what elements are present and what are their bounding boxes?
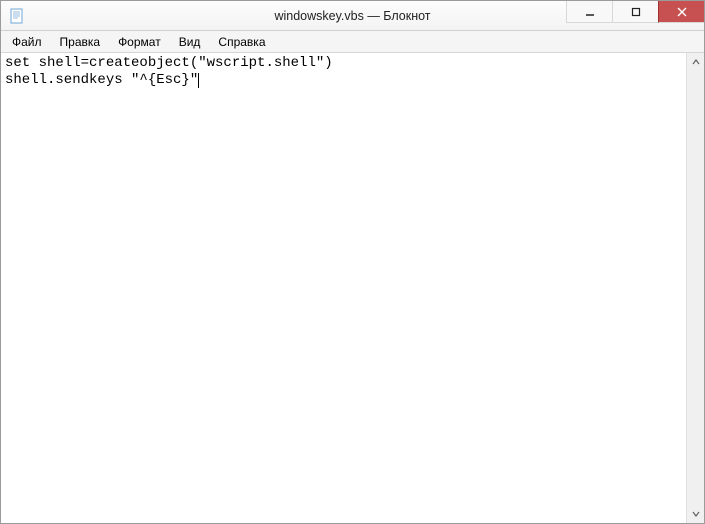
menu-view[interactable]: Вид xyxy=(170,31,210,52)
close-icon xyxy=(677,7,687,17)
notepad-window: windowskey.vbs — Блокнот Файл Правка Фор… xyxy=(0,0,705,524)
editor-content: set shell=createobject("wscript.shell") … xyxy=(5,55,333,88)
text-editor[interactable]: set shell=createobject("wscript.shell") … xyxy=(1,53,686,523)
vertical-scrollbar[interactable] xyxy=(686,53,704,523)
maximize-button[interactable] xyxy=(612,1,658,23)
scroll-up-arrow[interactable] xyxy=(687,53,704,71)
scroll-down-arrow[interactable] xyxy=(687,505,704,523)
titlebar[interactable]: windowskey.vbs — Блокнот xyxy=(1,1,704,31)
scroll-track[interactable] xyxy=(687,71,704,505)
chevron-up-icon xyxy=(692,58,700,66)
close-button[interactable] xyxy=(658,1,704,23)
app-icon xyxy=(9,8,25,24)
window-controls xyxy=(566,1,704,30)
text-caret xyxy=(198,73,199,88)
maximize-icon xyxy=(631,7,641,17)
chevron-down-icon xyxy=(692,510,700,518)
menu-help[interactable]: Справка xyxy=(209,31,274,52)
menubar: Файл Правка Формат Вид Справка xyxy=(1,31,704,53)
menu-format[interactable]: Формат xyxy=(109,31,170,52)
editor-area: set shell=createobject("wscript.shell") … xyxy=(1,53,704,523)
menu-edit[interactable]: Правка xyxy=(51,31,110,52)
minimize-icon xyxy=(585,7,595,17)
menu-file[interactable]: Файл xyxy=(3,31,51,52)
minimize-button[interactable] xyxy=(566,1,612,23)
